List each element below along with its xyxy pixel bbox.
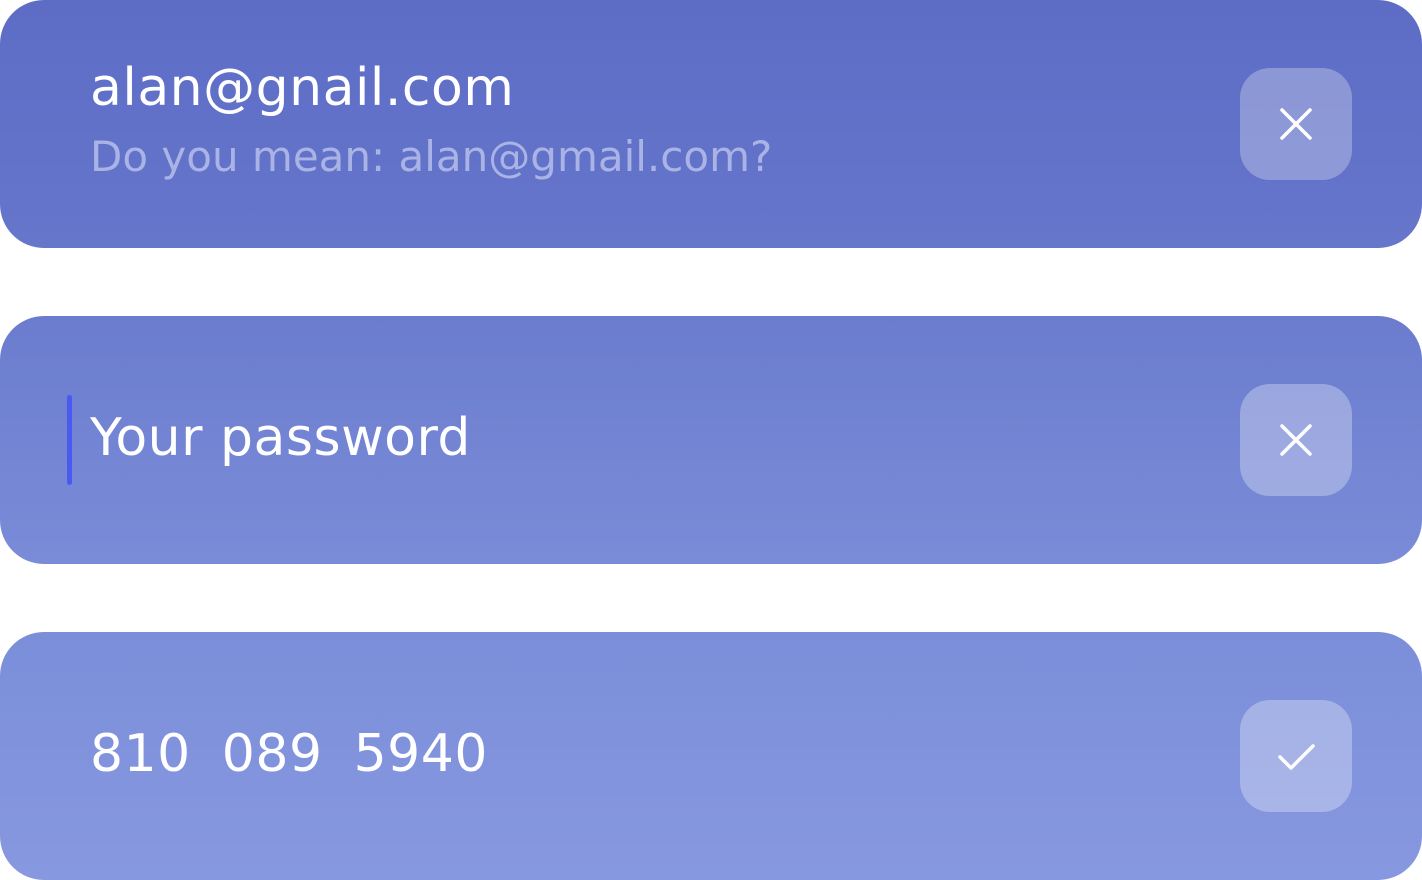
phone-field[interactable]: 810 089 5940 — [0, 632, 1422, 880]
close-icon — [1280, 108, 1312, 140]
input-form: alan@gnail.com Do you mean: alan@gmail.c… — [0, 0, 1422, 880]
text-cursor — [67, 395, 72, 485]
email-suggestion-hint[interactable]: Do you mean: alan@gmail.com? — [90, 132, 772, 181]
close-icon — [1280, 424, 1312, 456]
clear-password-button[interactable] — [1240, 384, 1352, 496]
password-placeholder: Your password — [90, 408, 471, 468]
phone-value: 810 089 5940 — [90, 724, 488, 784]
check-icon — [1278, 744, 1315, 770]
email-value: alan@gnail.com — [90, 58, 515, 118]
email-field[interactable]: alan@gnail.com Do you mean: alan@gmail.c… — [0, 0, 1422, 248]
password-field[interactable]: Your password — [0, 316, 1422, 564]
confirm-phone-button[interactable] — [1240, 700, 1352, 812]
clear-email-button[interactable] — [1240, 68, 1352, 180]
